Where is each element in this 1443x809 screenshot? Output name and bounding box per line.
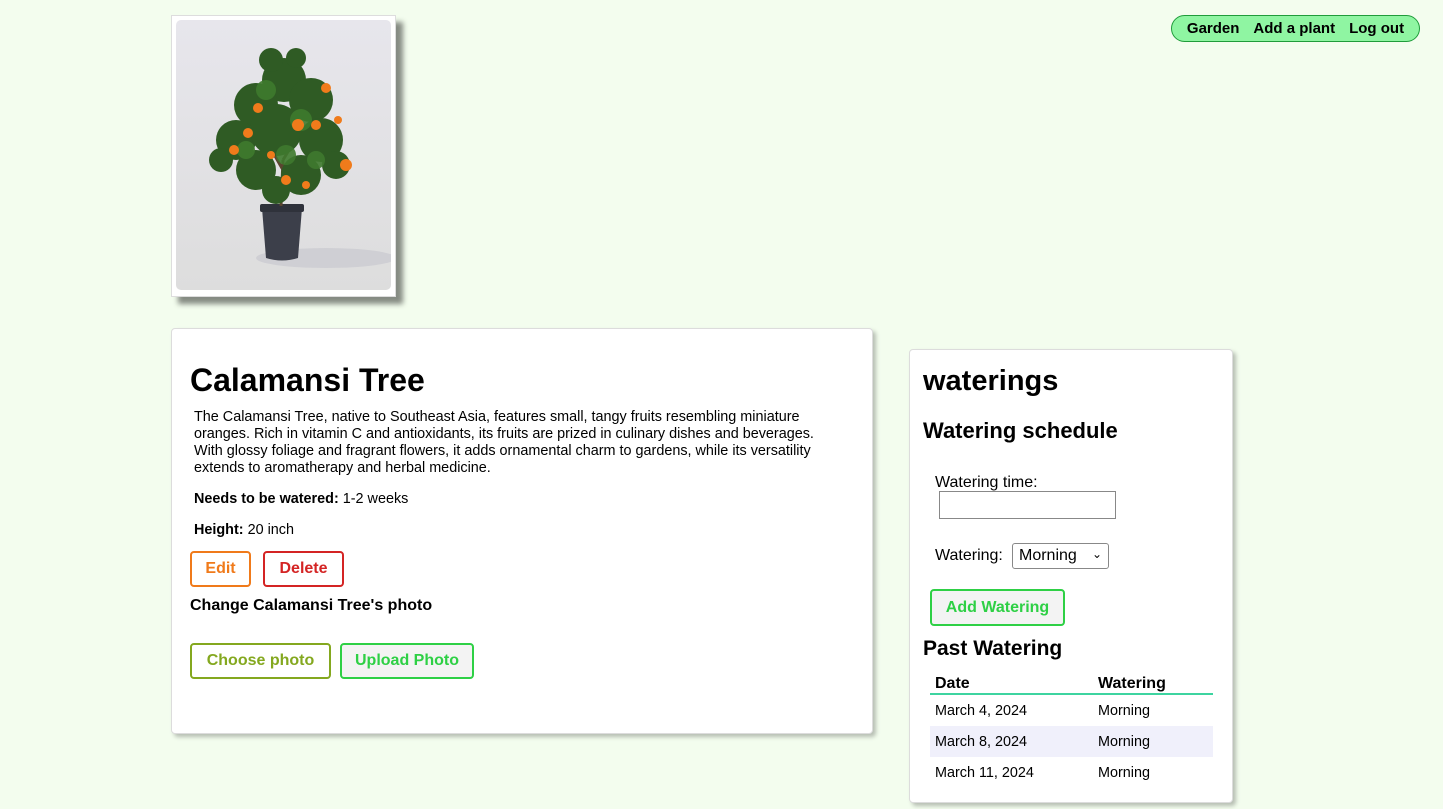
watering-frequency: Needs to be watered: 1-2 weeks bbox=[194, 491, 408, 507]
waterings-title: waterings bbox=[923, 365, 1059, 397]
table-row: March 4, 2024 Morning bbox=[930, 694, 1213, 726]
plant-photo bbox=[176, 20, 391, 290]
add-watering-button[interactable]: Add Watering bbox=[930, 589, 1065, 626]
past-watering-heading: Past Watering bbox=[923, 637, 1063, 660]
watering-schedule-heading: Watering schedule bbox=[923, 418, 1118, 443]
table-row: March 11, 2024 Morning bbox=[930, 757, 1213, 788]
upload-photo-button[interactable]: Upload Photo bbox=[340, 643, 474, 679]
watering-frequency-value: 1-2 weeks bbox=[342, 491, 409, 507]
edit-button[interactable]: Edit bbox=[190, 551, 251, 587]
watering-select[interactable]: Morning ⌄ bbox=[1012, 543, 1109, 569]
row-watering: Morning bbox=[1093, 726, 1213, 757]
row-watering: Morning bbox=[1098, 702, 1150, 719]
past-watering-table: Date Watering March 4, 2024 Morning Marc… bbox=[930, 675, 1213, 788]
plant-description: The Calamansi Tree, native to Southeast … bbox=[194, 409, 814, 476]
column-header-date: Date bbox=[930, 675, 1093, 695]
row-watering: Morning bbox=[1098, 764, 1150, 781]
plant-photo-card bbox=[171, 15, 396, 297]
table-row: March 8, 2024 Morning bbox=[930, 726, 1213, 757]
watering-frequency-label: Needs to be watered: bbox=[194, 491, 339, 507]
nav-add-plant-link[interactable]: Add a plant bbox=[1253, 20, 1335, 37]
chevron-down-icon: ⌄ bbox=[1091, 547, 1102, 561]
waterings-card: waterings Watering schedule Watering tim… bbox=[909, 349, 1233, 803]
delete-button[interactable]: Delete bbox=[263, 551, 344, 587]
row-date: March 8, 2024 bbox=[930, 726, 1093, 757]
watering-select-label: Watering: bbox=[935, 547, 1003, 564]
row-date: March 4, 2024 bbox=[935, 702, 1027, 719]
change-photo-heading: Change Calamansi Tree's photo bbox=[190, 597, 433, 614]
column-header-watering: Watering bbox=[1093, 675, 1213, 695]
plant-height-value: 20 inch bbox=[247, 522, 294, 538]
nav-garden-link[interactable]: Garden bbox=[1187, 20, 1240, 37]
row-date: March 11, 2024 bbox=[935, 764, 1034, 781]
plant-height: Height: 20 inch bbox=[194, 522, 294, 538]
plant-height-label: Height: bbox=[194, 522, 244, 538]
plant-title: Calamansi Tree bbox=[190, 362, 425, 398]
watering-select-value: Morning bbox=[1019, 547, 1077, 564]
watering-time-input[interactable] bbox=[939, 491, 1116, 519]
nav-logout-link[interactable]: Log out bbox=[1349, 20, 1404, 37]
plant-image bbox=[209, 48, 391, 268]
top-nav: Garden Add a plant Log out bbox=[1171, 15, 1420, 42]
table-header-row: Date Watering bbox=[930, 675, 1213, 695]
choose-photo-button[interactable]: Choose photo bbox=[190, 643, 331, 679]
plant-details-card: Calamansi Tree The Calamansi Tree, nativ… bbox=[171, 328, 873, 734]
watering-time-label: Watering time: bbox=[935, 474, 1038, 491]
